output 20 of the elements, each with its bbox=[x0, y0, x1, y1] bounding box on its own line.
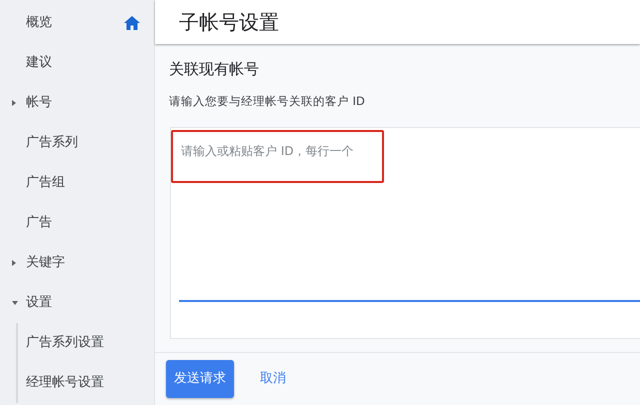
description-text: 请输入您要与经理帐号关联的客户 ID bbox=[169, 92, 366, 110]
sidebar-item[interactable]: 经理帐号设置 bbox=[26, 373, 104, 393]
input-field[interactable]: 请输入或粘贴客户 ID，每行一个 bbox=[170, 126, 640, 339]
cancel-link[interactable]: 取消 bbox=[260, 365, 286, 393]
sidebar-item[interactable]: 广告 bbox=[26, 213, 52, 233]
sidebar-item[interactable]: 设置 bbox=[26, 293, 52, 313]
section-title: 关联现有帐号 bbox=[169, 59, 260, 80]
page-title: 子帐号设置 bbox=[155, 0, 640, 44]
caret-icon[interactable] bbox=[12, 301, 18, 305]
sidebar-item[interactable]: 广告系列 bbox=[26, 133, 78, 153]
home-icon[interactable] bbox=[124, 16, 140, 30]
sidebar-item[interactable]: 关键字 bbox=[26, 253, 65, 273]
sidebar-item[interactable]: 建议 bbox=[26, 53, 52, 73]
caret-icon[interactable] bbox=[12, 260, 16, 266]
send-request-button[interactable]: 发送请求 bbox=[166, 360, 234, 398]
sidebar-item[interactable]: 概览 bbox=[26, 13, 52, 33]
sidebar-item[interactable]: 帐号 bbox=[26, 93, 52, 113]
sidebar-item[interactable]: 广告系列设置 bbox=[26, 333, 104, 353]
sidebar-item[interactable]: 广告组 bbox=[26, 173, 65, 193]
caret-icon[interactable] bbox=[12, 100, 16, 106]
